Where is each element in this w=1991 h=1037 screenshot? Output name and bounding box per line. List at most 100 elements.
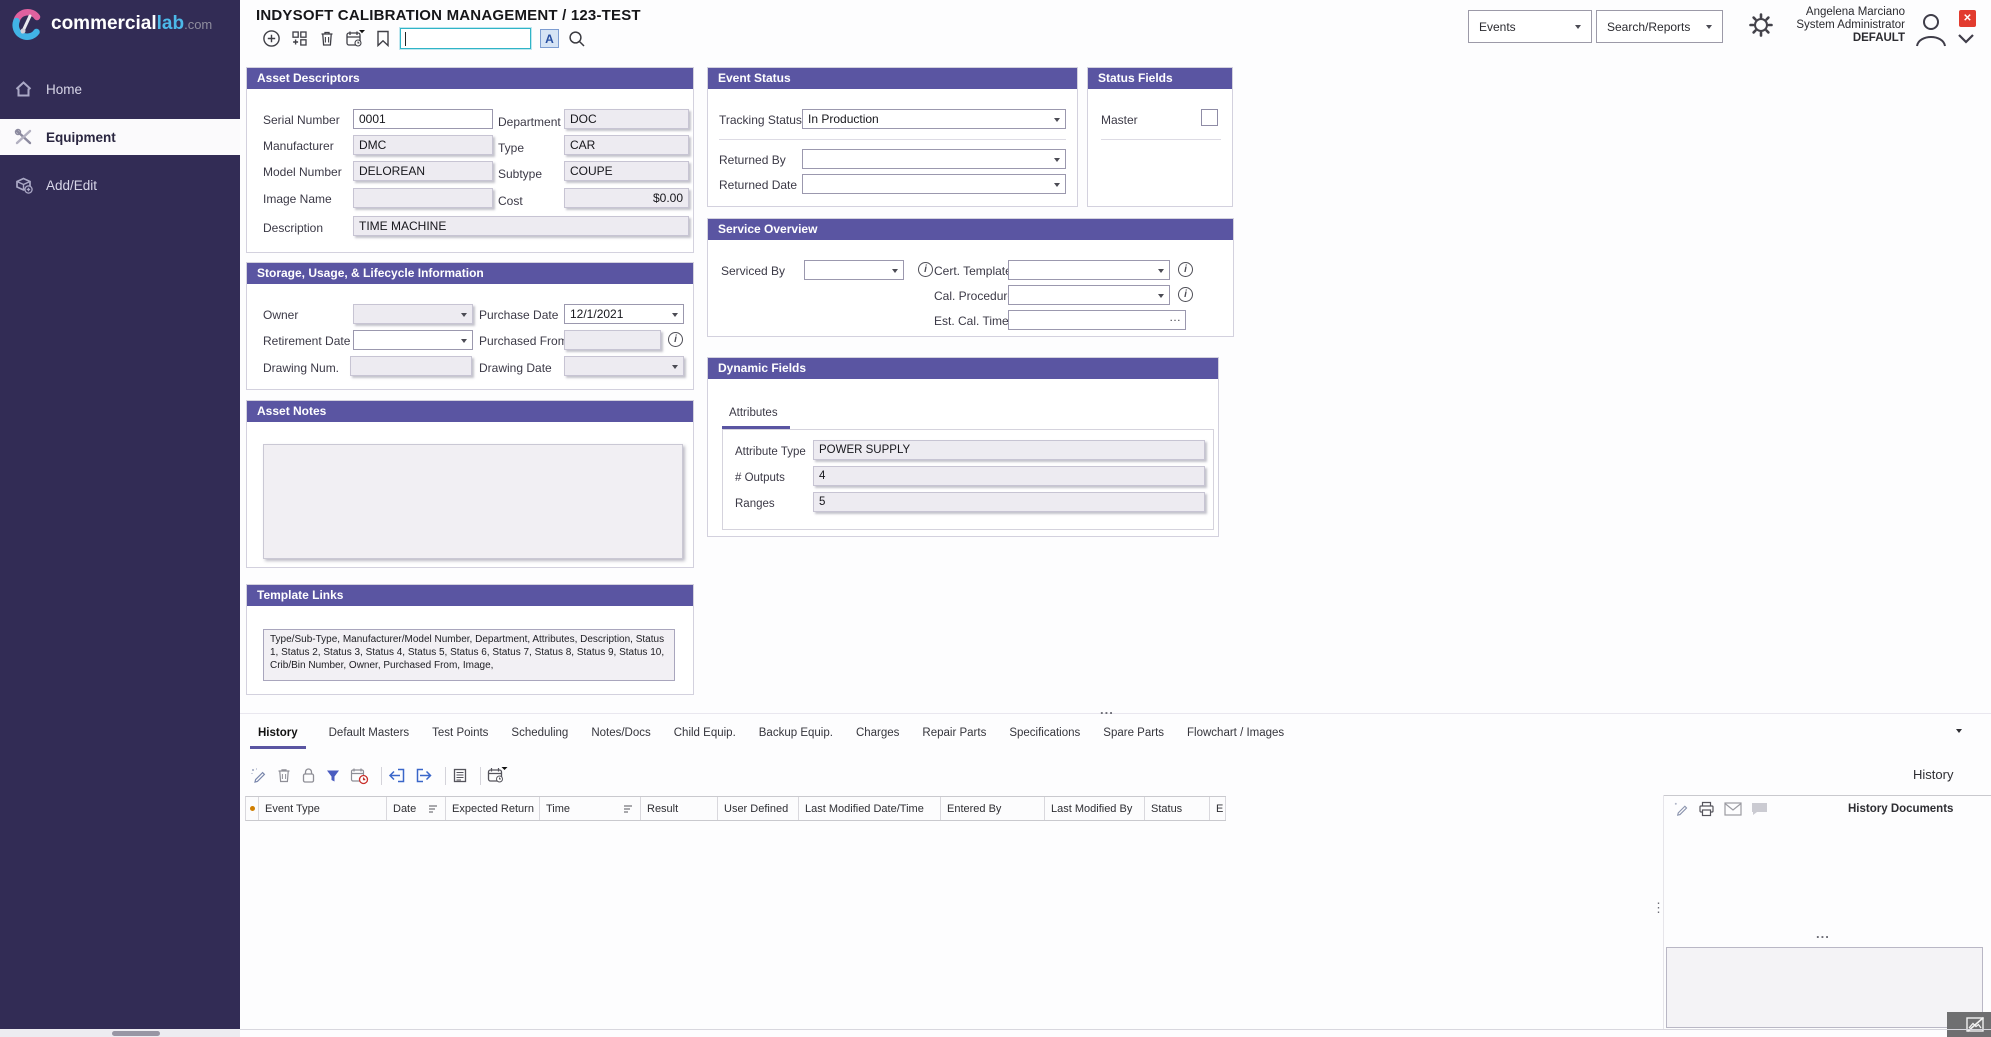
tab-test-points[interactable]: Test Points [432, 727, 488, 746]
serviced-by-dropdown[interactable] [804, 260, 904, 280]
column-header[interactable]: Expected Return [446, 797, 540, 820]
panel-asset-notes: Asset Notes [246, 400, 694, 568]
splitter-handle[interactable]: ... [1100, 702, 1114, 717]
clone-record-icon[interactable] [290, 29, 309, 48]
home-icon [14, 80, 33, 98]
attribute-type-field[interactable]: POWER SUPPLY [813, 440, 1205, 460]
cert-template-info-icon[interactable]: i [1178, 262, 1193, 277]
tab-scheduling[interactable]: Scheduling [511, 727, 568, 746]
calendar-menu-icon[interactable] [345, 29, 366, 49]
page-title: INDYSOFT CALIBRATION MANAGEMENT / 123-TE… [256, 7, 641, 24]
subtype-field[interactable]: COUPE [564, 161, 689, 181]
purchase-date-dropdown[interactable]: 12/1/2021 [564, 304, 684, 324]
search-icon[interactable] [568, 30, 586, 48]
calendar-dropdown-icon[interactable] [487, 766, 508, 785]
wand-edit-icon[interactable] [250, 767, 267, 784]
quick-search-input[interactable] [400, 28, 531, 49]
add-record-icon[interactable] [262, 29, 281, 48]
description-field[interactable]: TIME MACHINE [353, 216, 689, 236]
outputs-field[interactable]: 4 [813, 466, 1205, 486]
cal-procedure-info-icon[interactable]: i [1178, 287, 1193, 302]
column-header[interactable]: Date [387, 797, 446, 820]
vertical-splitter-handle[interactable]: ⋮ [1652, 905, 1665, 911]
close-icon[interactable]: ✕ [1959, 10, 1976, 27]
sidebar-hscrollbar[interactable] [0, 1029, 240, 1037]
field-label: Purchased From [479, 331, 568, 351]
ranges-field[interactable]: 5 [813, 492, 1205, 512]
image-name-field[interactable] [353, 188, 493, 208]
user-profile: DEFAULT [1760, 32, 1905, 45]
search-reports-dropdown[interactable]: Search/Reports [1596, 10, 1723, 43]
sidebar-item-add-edit[interactable]: Add/Edit [0, 167, 240, 203]
column-header[interactable]: Status [1145, 797, 1210, 820]
docs-splitter-handle[interactable]: ... [1816, 926, 1830, 941]
column-header[interactable]: Last Modified By [1045, 797, 1145, 820]
no-image-button[interactable] [1947, 1012, 1991, 1037]
tab-history[interactable]: History [250, 727, 306, 749]
column-header[interactable]: User Defined [718, 797, 799, 820]
type-field[interactable]: CAR [564, 135, 689, 155]
tab-child-equip[interactable]: Child Equip. [674, 727, 736, 746]
cal-procedure-dropdown[interactable] [1008, 285, 1170, 305]
cert-template-dropdown[interactable] [1008, 260, 1170, 280]
manufacturer-field[interactable]: DMC [353, 135, 493, 155]
auto-search-toggle-button[interactable]: A [540, 29, 559, 48]
column-header[interactable]: Event Type [259, 797, 387, 820]
tab-charges[interactable]: Charges [856, 727, 899, 746]
drawing-num-field[interactable] [350, 356, 472, 376]
commerciallab-logo[interactable]: commerciallab.com [10, 7, 212, 41]
returned-by-dropdown[interactable] [802, 149, 1066, 169]
department-field[interactable]: DOC [564, 109, 689, 129]
tab-default-masters[interactable]: Default Masters [329, 727, 410, 746]
email-icon[interactable] [1724, 802, 1742, 816]
wand-edit-icon[interactable] [1673, 801, 1689, 817]
lock-icon[interactable] [301, 767, 316, 784]
delete-event-icon[interactable] [276, 767, 292, 784]
chevron-down-icon[interactable] [1957, 33, 1975, 44]
filter-icon[interactable] [325, 768, 341, 784]
serviced-by-info-icon[interactable]: i [918, 262, 933, 277]
serial-number-field[interactable]: 0001 [353, 109, 493, 129]
tab-overflow-icon[interactable] [1956, 733, 1962, 751]
column-header[interactable]: Result [641, 797, 718, 820]
scrollbar-thumb[interactable] [112, 1031, 160, 1036]
ellipsis-button[interactable]: … [1169, 310, 1181, 326]
sidebar-item-home[interactable]: Home [0, 71, 240, 107]
column-header[interactable]: E [1210, 797, 1226, 820]
delete-record-icon[interactable] [318, 29, 336, 48]
tab-repair-parts[interactable]: Repair Parts [922, 727, 986, 746]
print-icon[interactable] [1698, 801, 1715, 817]
tab-attributes[interactable]: Attributes [729, 403, 778, 423]
tab-backup-equip[interactable]: Backup Equip. [759, 727, 833, 746]
model-number-field[interactable]: DELOREAN [353, 161, 493, 181]
check-in-icon[interactable] [388, 767, 406, 784]
tab-spare-parts[interactable]: Spare Parts [1103, 727, 1164, 746]
purchased-from-info-icon[interactable]: i [668, 332, 683, 347]
logo-word-lab: lab [157, 13, 184, 34]
indicator-column[interactable] [246, 797, 259, 820]
details-list-icon[interactable] [452, 767, 468, 784]
events-dropdown[interactable]: Events [1468, 10, 1592, 43]
sidebar-item-equipment[interactable]: Equipment [0, 119, 240, 155]
cost-field[interactable]: $0.00 [564, 188, 689, 208]
asset-notes-textarea[interactable] [263, 444, 683, 559]
column-header[interactable]: Entered By [941, 797, 1045, 820]
column-header[interactable]: Last Modified Date/Time [799, 797, 941, 820]
bookmark-icon[interactable] [375, 29, 391, 48]
avatar[interactable] [1911, 8, 1951, 48]
tracking-status-dropdown[interactable]: In Production [802, 109, 1066, 129]
retirement-date-dropdown[interactable] [353, 330, 473, 350]
tab-flowchart-images[interactable]: Flowchart / Images [1187, 727, 1284, 746]
owner-dropdown[interactable] [353, 304, 473, 324]
drawing-date-dropdown[interactable] [564, 356, 684, 376]
horizontal-splitter[interactable] [240, 713, 1991, 714]
calendar-cancel-icon[interactable] [350, 767, 369, 785]
tab-specifications[interactable]: Specifications [1009, 727, 1080, 746]
returned-date-dropdown[interactable] [802, 174, 1066, 194]
check-out-icon[interactable] [415, 767, 433, 784]
purchased-from-field[interactable] [564, 330, 661, 350]
tab-notes-docs[interactable]: Notes/Docs [591, 727, 650, 746]
master-checkbox[interactable] [1201, 109, 1218, 126]
column-header[interactable]: Time [540, 797, 641, 820]
est-cal-time-field[interactable]: … [1008, 310, 1186, 330]
